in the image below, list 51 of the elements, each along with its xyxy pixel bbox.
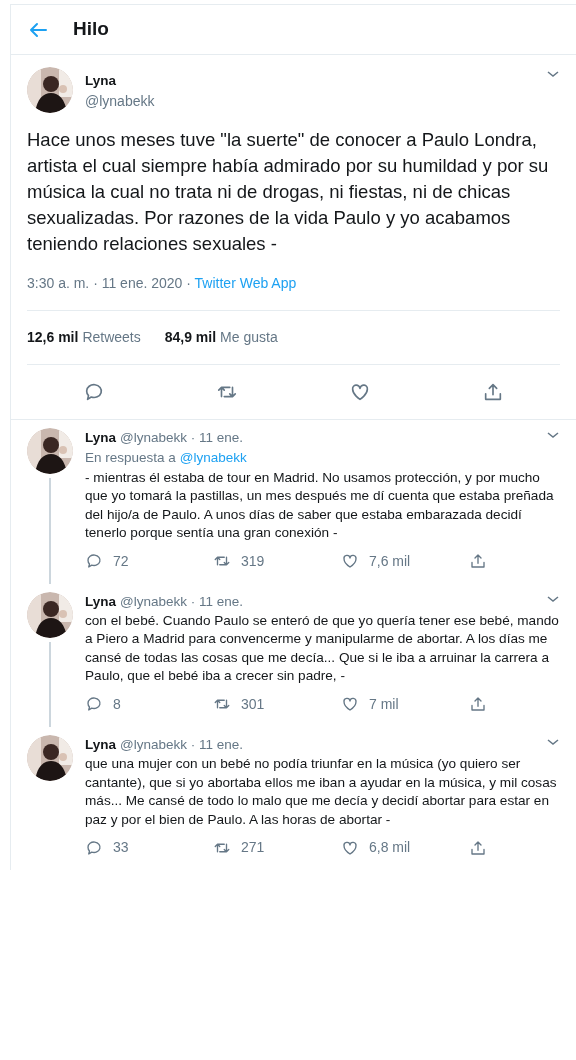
like-button[interactable]: 6,8 mil	[341, 837, 469, 858]
retweet-button[interactable]: 301	[213, 693, 341, 715]
author-name[interactable]: Lyna	[85, 430, 116, 445]
reply-button[interactable]: 33	[85, 837, 213, 858]
back-arrow-icon[interactable]	[29, 21, 47, 38]
like-button[interactable]: 7,6 mil	[341, 550, 469, 572]
avatar	[27, 591, 73, 638]
stat-count[interactable]: 84,9 mil	[164, 327, 217, 348]
author-handle[interactable]: @lynabekk · 11 ene.	[120, 593, 244, 609]
author-handle[interactable]: @lynabekk · 11 ene.	[120, 430, 244, 445]
action-count: 6,8 mil	[369, 838, 411, 857]
action-count: 7,6 mil	[369, 551, 411, 571]
avatar	[27, 428, 73, 474]
page-title: Hilo	[73, 17, 109, 42]
author-name[interactable]: Lyna	[85, 593, 116, 609]
retweet-button[interactable]: 271	[213, 837, 341, 858]
like-button[interactable]: 7 mil	[341, 693, 469, 715]
tweet-text: que una mujer con un bebé no podía triunfar en la música (yo quiero ser cantante), que si yo abortaba ellos me iban a ayudar en la música, y mil cosas más... Me cansé de todo lo malo que me decía y decidí abortar para estar en paz y por el bien de Paulo. A las horas de abortar -	[85, 755, 558, 829]
action-count: 271	[241, 838, 265, 857]
share-icon	[469, 838, 487, 857]
share-icon	[469, 695, 487, 714]
stat-label[interactable]: Me gusta	[220, 327, 278, 348]
author-handle[interactable]: @lynabekk	[85, 91, 538, 113]
stat-count[interactable]: 12,6 mil	[27, 327, 79, 348]
action-count: 72	[113, 551, 129, 571]
action-count: 8	[113, 694, 121, 714]
stat-label[interactable]: Retweets	[82, 327, 141, 348]
tweet-text: Hace unos meses tuve "la suerte" de conocer a Paulo Londra, artista el cual siempre había admirado por su humildad y por su música la cual no trata ni de drogas, ni fiestas, ni de chicas sexualizadas. Por razones de la vida Paulo y yo acabamos teniendo relaciones sexuales -	[27, 128, 550, 256]
retweet-button[interactable]: 319	[213, 550, 341, 572]
tweet-text: - mientras él estaba de tour en Madrid. No usamos protección, y por mucho que yo tomará la pastillas, un mes después me dí cuenta que estaba preñada del hijo/a de Paulo. A unos días de saber que estaba embarazada decidí tenerlo porque sentía una gran conexión -	[85, 468, 555, 542]
reply-context: En respuesta a	[85, 450, 176, 466]
action-count: 301	[241, 694, 265, 714]
avatar	[27, 734, 73, 781]
author-handle[interactable]: @lynabekk · 11 ene.	[120, 736, 244, 752]
speech-bubble-icon	[85, 552, 103, 570]
timestamp: 3:30 a. m. · 11 ene. 2020 ·	[27, 275, 192, 291]
tweet-text: con el bebé. Cuando Paulo se enteró de que yo quería tener ese bebé, mando a Piero a Madrid para convencerme y manipularme de abortar. A los días me cansé de todas las cosas que me decía... Que si le iba a arruinar la carrera a Paulo, que el bebé iba a crecer sin padre, -	[85, 611, 560, 686]
action-count: 7 mil	[369, 694, 399, 714]
reply-button[interactable]: 8	[85, 693, 213, 715]
mention-link[interactable]: @lynabekk	[179, 450, 247, 466]
speech-bubble-icon	[85, 838, 103, 857]
author-name[interactable]: Lyna	[85, 736, 116, 752]
speech-bubble-icon	[85, 695, 103, 714]
action-count: 33	[113, 838, 129, 857]
source-link[interactable]: Twitter Web App	[194, 275, 297, 291]
share-icon	[469, 552, 487, 570]
avatar	[27, 67, 73, 113]
heart-icon	[341, 552, 359, 570]
action-count: 319	[241, 551, 265, 571]
author-name[interactable]: Lyna	[85, 71, 538, 92]
reply-button[interactable]: 72	[85, 550, 213, 572]
